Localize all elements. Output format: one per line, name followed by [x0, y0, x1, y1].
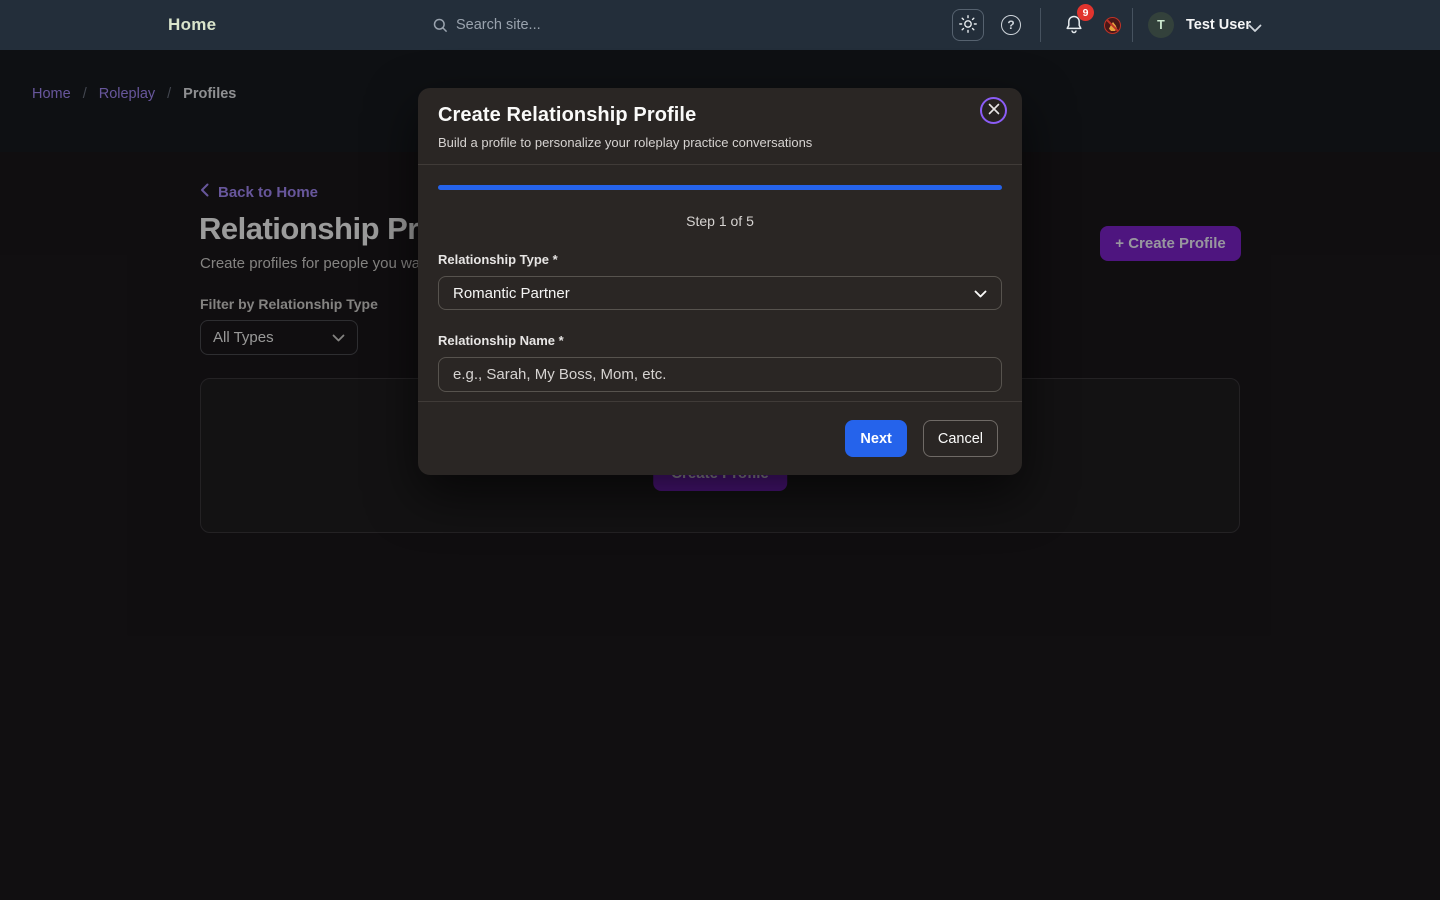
- slash-mark: [1105, 18, 1121, 34]
- nav-divider: [1132, 8, 1133, 42]
- chevron-down-icon[interactable]: [1248, 20, 1262, 38]
- create-relationship-profile-modal: Create Relationship Profile Build a prof…: [418, 88, 1022, 475]
- relationship-type-value: Romantic Partner: [453, 285, 570, 302]
- search-placeholder-text: Search site...: [456, 17, 541, 33]
- notification-count-badge: 9: [1077, 4, 1094, 21]
- modal-body: Step 1 of 5 Relationship Type * Romantic…: [418, 165, 1022, 392]
- modal-subtitle: Build a profile to personalize your role…: [438, 135, 1002, 150]
- site-search[interactable]: Search site...: [433, 0, 541, 50]
- relationship-name-input[interactable]: [438, 357, 1002, 392]
- next-button[interactable]: Next: [845, 420, 906, 457]
- search-icon: [433, 18, 448, 33]
- step-progress-bar: [438, 185, 1002, 190]
- relationship-type-label: Relationship Type *: [438, 252, 1002, 267]
- modal-title: Create Relationship Profile: [438, 104, 1002, 127]
- relationship-type-select[interactable]: Romantic Partner: [438, 276, 1002, 310]
- relationship-name-label: Relationship Name *: [438, 333, 1002, 348]
- streak-disabled-icon[interactable]: [1104, 17, 1121, 34]
- screen: Home Search site... ?: [0, 0, 1440, 900]
- modal-header: Create Relationship Profile Build a prof…: [418, 88, 1022, 165]
- close-icon: [988, 103, 1000, 118]
- modal-footer: Next Cancel: [418, 401, 1022, 475]
- cancel-button[interactable]: Cancel: [923, 420, 998, 457]
- user-menu-name[interactable]: Test User: [1186, 0, 1251, 50]
- user-avatar[interactable]: T: [1148, 12, 1174, 38]
- close-button[interactable]: [980, 97, 1007, 124]
- sun-icon: [959, 15, 977, 36]
- chevron-down-icon: [974, 285, 987, 302]
- top-navbar: Home Search site... ?: [0, 0, 1440, 50]
- step-indicator: Step 1 of 5: [438, 213, 1002, 229]
- nav-page-title: Home: [168, 0, 216, 50]
- nav-divider: [1040, 8, 1041, 42]
- help-icon[interactable]: ?: [1001, 15, 1021, 35]
- theme-toggle-button[interactable]: [952, 9, 984, 41]
